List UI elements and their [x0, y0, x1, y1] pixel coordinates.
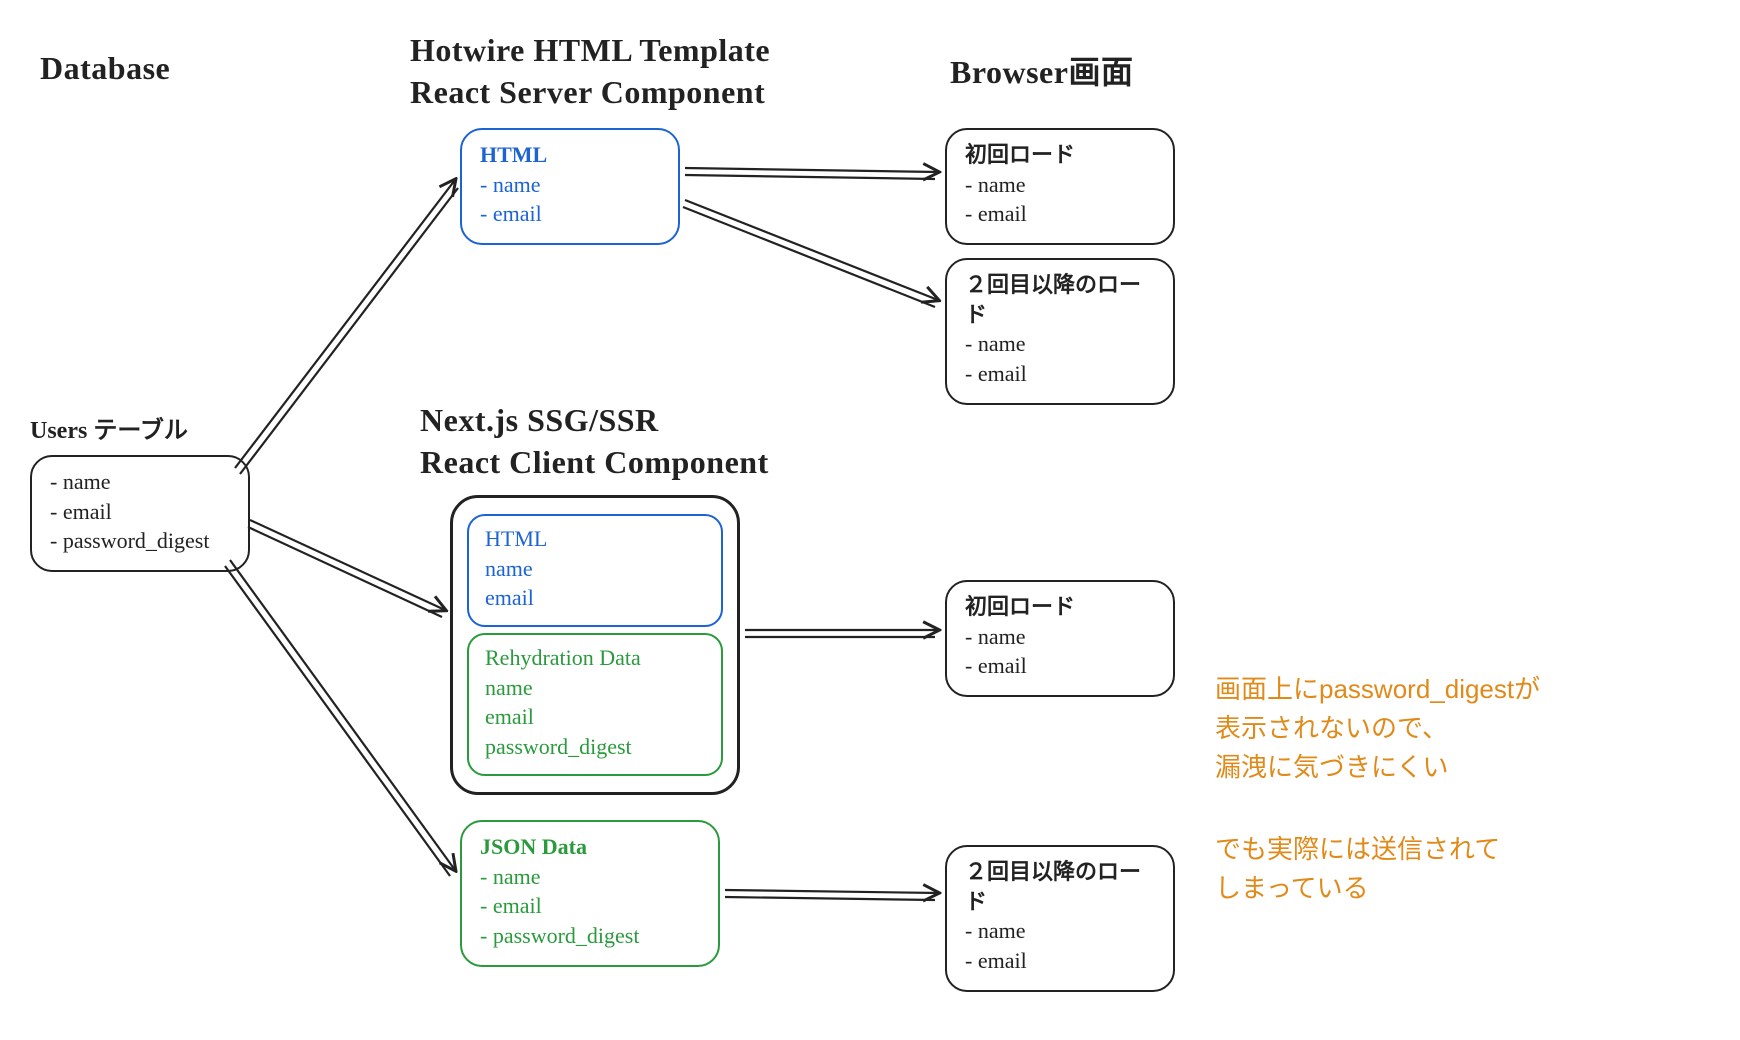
box-nextjs-composite: HTML name email Rehydration Data name em… — [450, 495, 740, 795]
nextjs-html-email: email — [485, 583, 705, 613]
second-load-top-email: email — [965, 359, 1155, 389]
field-name: name — [50, 467, 230, 497]
arrow-users-to-nextjs-composite — [248, 520, 445, 617]
second-load-bottom-name: name — [965, 916, 1155, 946]
json-name: name — [480, 862, 700, 892]
heading-nextjs: Next.js SSG/SSR React Client Component — [420, 400, 769, 483]
first-load-top-title: 初回ロード — [965, 140, 1155, 170]
note2-line2: しまっている — [1215, 869, 1500, 908]
heading-hotwire-line1: Hotwire HTML Template — [410, 30, 770, 72]
second-load-bottom-email: email — [965, 946, 1155, 976]
note-actually-sent: でも実際には送信されて しまっている — [1215, 830, 1500, 908]
note1-line1: 画面上にpassword_digestが — [1215, 670, 1540, 709]
field-password-digest: password_digest — [50, 526, 230, 556]
json-email: email — [480, 891, 700, 921]
box-nextjs-rehydration: Rehydration Data name email password_dig… — [467, 633, 723, 776]
users-table-title: Users Users テーブルテーブル — [30, 410, 250, 445]
heading-nextjs-line1: Next.js SSG/SSR — [420, 400, 769, 442]
arrow-json-to-second-load-bottom — [725, 890, 938, 900]
rehydration-password-digest: password_digest — [485, 732, 705, 762]
first-load-top-name: name — [965, 170, 1155, 200]
first-load-bottom-title: 初回ロード — [965, 592, 1155, 622]
first-load-bottom-email: email — [965, 651, 1155, 681]
second-load-top-name: name — [965, 329, 1155, 359]
box-nextjs-html: HTML name email — [467, 514, 723, 627]
rehydration-name: name — [485, 673, 705, 703]
first-load-top-email: email — [965, 199, 1155, 229]
rehydration-title: Rehydration Data — [485, 643, 705, 673]
box-browser-first-load-top: 初回ロード name email — [945, 128, 1175, 245]
nextjs-html-name: name — [485, 554, 705, 584]
heading-database: Database — [40, 48, 170, 90]
box-users-table: Users Users テーブルテーブル name email password… — [30, 410, 250, 572]
heading-browser: Browser画面 — [950, 52, 1133, 94]
heading-hotwire: Hotwire HTML Template React Server Compo… — [410, 30, 770, 113]
note1-line3: 漏洩に気づきにくい — [1215, 748, 1540, 787]
arrow-users-to-json — [225, 560, 455, 876]
box-browser-first-load-bottom: 初回ロード name email — [945, 580, 1175, 697]
box-browser-second-load-bottom: ２回目以降のロード name email — [945, 845, 1175, 992]
note1-line2: 表示されないので、 — [1215, 709, 1540, 748]
note2-line1: でも実際には送信されて — [1215, 830, 1500, 869]
arrow-nextjs-to-first-load-bottom — [745, 630, 938, 637]
rehydration-email: email — [485, 702, 705, 732]
box-nextjs-json: JSON Data name email password_digest — [460, 820, 720, 967]
users-table-fields: name email password_digest — [30, 455, 250, 572]
field-email: email — [50, 497, 230, 527]
box-hotwire-html: HTML name email — [460, 128, 680, 245]
hotwire-html-email: email — [480, 199, 660, 229]
first-load-bottom-name: name — [965, 622, 1155, 652]
nextjs-html-title: HTML — [485, 524, 705, 554]
second-load-top-title: ２回目以降のロード — [965, 270, 1155, 329]
hotwire-html-name: name — [480, 170, 660, 200]
arrow-hotwire-to-first-load — [685, 168, 938, 179]
heading-nextjs-line2: React Client Component — [420, 442, 769, 484]
json-data-title: JSON Data — [480, 832, 700, 862]
box-browser-second-load-top: ２回目以降のロード name email — [945, 258, 1175, 405]
heading-hotwire-line2: React Server Component — [410, 72, 770, 114]
json-password-digest: password_digest — [480, 921, 700, 951]
second-load-bottom-title: ２回目以降のロード — [965, 857, 1155, 916]
arrow-hotwire-to-second-load — [683, 200, 938, 307]
note-password-digest-hidden: 画面上にpassword_digestが 表示されないので、 漏洩に気づきにくい — [1215, 670, 1540, 787]
hotwire-html-title: HTML — [480, 140, 660, 170]
